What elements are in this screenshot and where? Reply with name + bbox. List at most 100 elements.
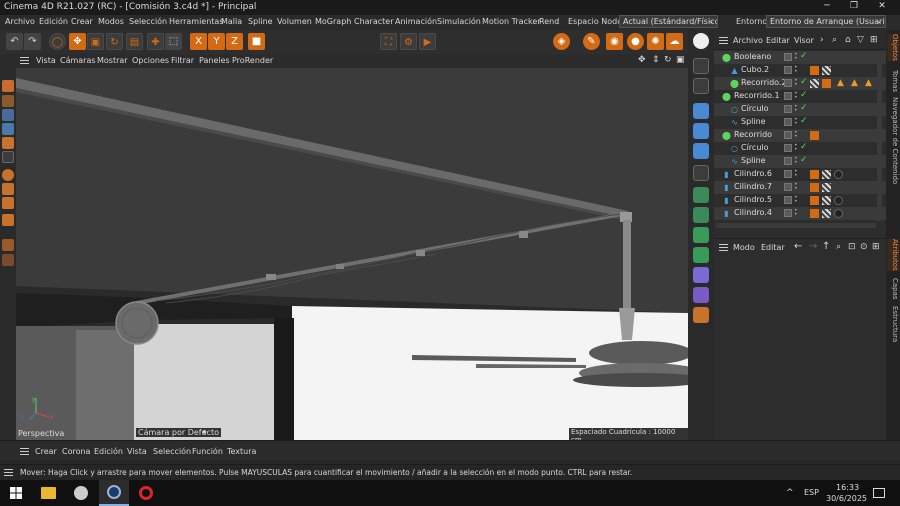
enabled-check-icon[interactable]: ✓ (800, 77, 808, 87)
enabled-check-icon[interactable]: ✓ (800, 103, 808, 113)
points-mode-icon[interactable] (2, 109, 14, 121)
camera-toggle-icon[interactable]: ⁕ (201, 428, 208, 437)
list-item[interactable]: ▮ Cilindro.4 • • (714, 207, 886, 220)
chevron-up-icon[interactable]: ^ (786, 488, 794, 498)
spline-pen-icon[interactable]: ✎ (583, 33, 600, 50)
hamburger-menu-icon[interactable] (20, 57, 29, 64)
environment-dropdown[interactable]: Entorno de Arranque (Usuario) ⌄ (766, 15, 886, 28)
menu-motion-tracker[interactable]: Motion Tracker (482, 17, 541, 26)
editor-render-dots-icon[interactable]: • • (794, 143, 799, 153)
render-view-icon[interactable]: ▶ (419, 33, 436, 50)
camera-icon[interactable]: ◉ (606, 33, 623, 50)
phong-tag-icon[interactable] (822, 209, 831, 218)
new-view-icon[interactable]: ⊞ (872, 242, 880, 252)
editor-render-dots-icon[interactable]: • • (794, 208, 799, 218)
polygons-mode-icon[interactable] (2, 137, 14, 149)
visibility-icon[interactable] (784, 53, 792, 61)
forward-arrow-icon[interactable]: → (809, 241, 817, 252)
add-object-icon[interactable]: ✚ (147, 33, 164, 50)
tab-estructura[interactable]: Estructura (887, 306, 899, 342)
rotate-view-icon[interactable]: ↻ (664, 55, 672, 65)
material-menu-corona[interactable]: Corona (62, 447, 90, 456)
vertical-scrollbar[interactable] (877, 51, 882, 221)
tab-objetos[interactable]: Objetos (887, 34, 899, 61)
menu-seleccion[interactable]: Selección (129, 17, 167, 26)
new-view-icon[interactable]: ⊞ (870, 35, 878, 45)
menu-crear[interactable]: Crear (71, 17, 93, 26)
lock-icon[interactable]: ⊡ (848, 242, 856, 252)
visibility-icon[interactable] (784, 66, 792, 74)
texture-tag-icon[interactable] (810, 66, 819, 75)
hamburger-menu-icon[interactable] (719, 244, 728, 251)
pen-icon[interactable] (693, 307, 709, 323)
objects-menu-editar[interactable]: Editar (766, 36, 790, 45)
list-item[interactable]: ▮ Cilindro.6 • • (714, 168, 886, 181)
list-item[interactable]: ∿ Spline • • ✓ (714, 116, 886, 129)
phong-tag-icon[interactable] (822, 196, 831, 205)
texture-tag-icon[interactable] (810, 196, 819, 205)
axis-y-button[interactable]: Y (208, 33, 225, 50)
material-menu-textura[interactable]: Textura (227, 447, 256, 456)
chevron-right-icon[interactable]: › (820, 35, 824, 45)
camera-label[interactable]: Cámara por Defecto (136, 428, 221, 437)
list-item[interactable]: ∿ Spline • • ✓ (714, 155, 886, 168)
visibility-icon[interactable] (784, 131, 792, 139)
list-item[interactable]: ⬤ Booleano • • ✓ (714, 51, 886, 64)
objects-menu-visor[interactable]: Visor (794, 36, 814, 45)
menu-archivo[interactable]: Archivo (5, 17, 35, 26)
back-arrow-icon[interactable]: ← (794, 241, 802, 252)
minimize-button[interactable]: ─ (813, 1, 841, 14)
filter-icon[interactable]: ▽ (857, 35, 864, 45)
cube-primitive-icon[interactable]: ◈ (553, 33, 570, 50)
viewport-menu-prorender[interactable]: ProRender (232, 56, 273, 65)
editor-render-dots-icon[interactable]: • • (794, 182, 799, 192)
search-icon[interactable]: ⌕ (836, 242, 841, 252)
cinema4d-taskbar-button[interactable] (99, 480, 129, 506)
texture-tag-icon[interactable] (810, 183, 819, 192)
light-icon[interactable]: ● (627, 33, 644, 50)
file-explorer-icon[interactable] (41, 487, 56, 499)
language-indicator[interactable]: ESP (804, 488, 819, 497)
editor-render-dots-icon[interactable]: • • (794, 52, 799, 62)
sun-light-icon[interactable]: ✺ (647, 33, 664, 50)
snap-icon[interactable] (2, 169, 14, 181)
enabled-check-icon[interactable]: ✓ (800, 142, 808, 152)
render-settings-icon[interactable]: ⚙ (400, 33, 417, 50)
settings-icon[interactable]: ⊙ (860, 242, 868, 252)
tab-atributos[interactable]: Atributos (887, 239, 899, 271)
notifications-icon[interactable] (873, 488, 885, 498)
editor-render-dots-icon[interactable]: • • (794, 65, 799, 75)
list-item[interactable]: ▮ Cilindro.5 • • (714, 194, 886, 207)
menu-volumen[interactable]: Volumen (277, 17, 312, 26)
home-icon[interactable]: ⌂ (845, 35, 851, 45)
light-bulb-icon[interactable] (693, 58, 709, 74)
photos-app-icon[interactable] (74, 486, 88, 500)
editor-render-dots-icon[interactable]: • • (794, 195, 799, 205)
visibility-icon[interactable] (784, 183, 792, 191)
menu-malla[interactable]: Malla (221, 17, 242, 26)
workplane-icon[interactable] (2, 183, 14, 195)
phong-tag-icon[interactable] (822, 170, 831, 179)
tab-tomas[interactable]: Tomas (887, 70, 899, 92)
clock-date[interactable]: 30/6/2025 (826, 494, 867, 503)
enabled-check-icon[interactable]: ✓ (800, 116, 808, 126)
hamburger-menu-icon[interactable] (20, 448, 29, 455)
clock-time[interactable]: 16:33 (836, 483, 859, 492)
visibility-icon[interactable] (784, 157, 792, 165)
material-menu-seleccion[interactable]: Selección (153, 447, 191, 456)
tab-navegador-contenido[interactable]: Navegador de Contenido (887, 97, 899, 184)
enabled-check-icon[interactable]: ✓ (800, 51, 808, 61)
node-space-dropdown[interactable]: Actual (Estándard/Físico) ⌄ (619, 15, 718, 28)
generator-icon[interactable] (693, 187, 709, 203)
3d-viewport[interactable]: y z x Perspectiva Cámara por Defecto ⁕ E… (16, 68, 688, 440)
cube-icon[interactable] (693, 103, 709, 119)
toggle-view-icon[interactable]: ▣ (676, 55, 685, 65)
menu-animacion[interactable]: Animación (395, 17, 437, 26)
editor-render-dots-icon[interactable]: • • (794, 78, 799, 88)
edges-mode-icon[interactable] (2, 123, 14, 135)
menu-character[interactable]: Character (354, 17, 394, 26)
visibility-icon[interactable] (784, 209, 792, 217)
editor-render-dots-icon[interactable]: • • (794, 169, 799, 179)
menu-simulacion[interactable]: Simulación (437, 17, 481, 26)
viewport-menu-paneles[interactable]: Paneles (199, 56, 230, 65)
